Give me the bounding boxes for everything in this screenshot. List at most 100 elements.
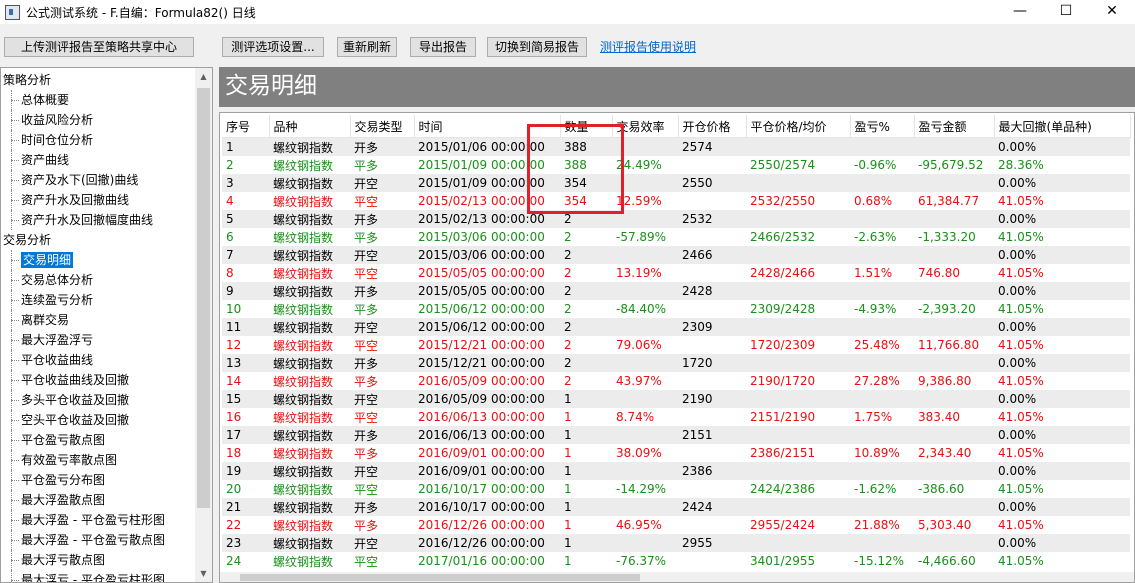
tree-item[interactable]: 最大浮盈 - 平仓盈亏散点图 <box>1 530 197 550</box>
tree-item[interactable]: 交易明细 <box>1 250 197 270</box>
table-row[interactable]: 20 螺纹钢指数 平空 2016/10/17 00:00:00 1 -14.29% 2424… <box>222 480 1130 498</box>
tree-item-label: 总体概要 <box>21 93 70 107</box>
column-header[interactable]: 序号 <box>222 115 270 138</box>
table-row[interactable]: 7 螺纹钢指数 开空 2015/03/06 00:00:00 2 2466 0.00% <box>222 246 1130 264</box>
table-row[interactable]: 9 螺纹钢指数 开多 2015/05/05 00:00:00 2 2428 0.00% <box>222 282 1130 300</box>
tree-item[interactable]: 资产升水及回撤幅度曲线 <box>1 210 197 230</box>
tree-item[interactable]: 交易总体分析 <box>1 270 197 290</box>
refresh-button[interactable]: 重新刷新 <box>337 37 397 57</box>
table-cell <box>678 372 746 390</box>
tree-item[interactable]: 连续盈亏分析 <box>1 290 197 310</box>
table-row[interactable]: 12 螺纹钢指数 平空 2015/12/21 00:00:00 2 79.06% 1720/… <box>222 336 1130 354</box>
tree-item[interactable]: 平仓盈亏分布图 <box>1 470 197 490</box>
tree-item[interactable]: 最大浮盈 - 平仓盈亏柱形图 <box>1 510 197 530</box>
upload-report-button[interactable]: 上传测评报告至策略共享中心 <box>4 37 194 57</box>
table-cell: 0.00% <box>994 390 1130 408</box>
maximize-button[interactable]: ☐ <box>1043 0 1089 24</box>
column-header[interactable]: 最大回撤(单品种) <box>994 115 1131 138</box>
tree-item[interactable]: 总体概要 <box>1 90 197 110</box>
table-cell: 1 <box>560 444 612 462</box>
table-cell: 螺纹钢指数 <box>269 534 350 552</box>
table-row[interactable]: 6 螺纹钢指数 平多 2015/03/06 00:00:00 2 -57.89% 2466/… <box>222 228 1130 246</box>
table-cell: 2016/05/09 00:00:00 <box>414 372 560 390</box>
table-row[interactable]: 21 螺纹钢指数 开多 2016/10/17 00:00:00 1 2424 0.00% <box>222 498 1130 516</box>
table-cell: 41.05% <box>994 336 1130 354</box>
table-row[interactable]: 5 螺纹钢指数 开多 2015/02/13 00:00:00 2 2532 0.00% <box>222 210 1130 228</box>
tree-item-label: 最大浮盈 - 平仓盈亏散点图 <box>21 533 165 547</box>
window-title: 公式测试系统 - F.自编：Formula82() 日线 <box>26 6 256 20</box>
table-cell: 螺纹钢指数 <box>269 390 350 408</box>
column-header[interactable]: 平仓价格/均价 <box>746 115 851 138</box>
table-row[interactable]: 18 螺纹钢指数 平多 2016/09/01 00:00:00 1 38.09% 2386/… <box>222 444 1130 462</box>
column-header[interactable]: 盈亏% <box>850 115 915 138</box>
table-cell <box>678 156 746 174</box>
table-cell: 螺纹钢指数 <box>269 408 350 426</box>
table-cell <box>678 480 746 498</box>
sidebar-scrollbar[interactable]: ▲ ▼ <box>195 68 212 582</box>
table-row[interactable]: 15 螺纹钢指数 开空 2016/05/09 00:00:00 1 2190 0.00% <box>222 390 1130 408</box>
column-header[interactable]: 交易类型 <box>350 115 415 138</box>
tree-item[interactable]: 有效盈亏率散点图 <box>1 450 197 470</box>
tree-item[interactable]: 空头平仓收益及回撤 <box>1 410 197 430</box>
table-cell: 螺纹钢指数 <box>269 300 350 318</box>
tree-item[interactable]: 资产升水及回撤曲线 <box>1 190 197 210</box>
table-row[interactable]: 23 螺纹钢指数 开空 2016/12/26 00:00:00 1 2955 0.00% <box>222 534 1130 552</box>
minimize-button[interactable]: — <box>997 0 1043 24</box>
scroll-down-icon[interactable]: ▼ <box>195 565 212 582</box>
table-scroll-thumb[interactable] <box>240 574 640 581</box>
table-row[interactable]: 24 螺纹钢指数 平空 2017/01/16 00:00:00 1 -76.37% 3401… <box>222 552 1130 570</box>
table-row[interactable]: 14 螺纹钢指数 平多 2016/05/09 00:00:00 2 43.97% 2190/… <box>222 372 1130 390</box>
tree-item[interactable]: 时间仓位分析 <box>1 130 197 150</box>
column-header[interactable]: 盈亏金额 <box>914 115 995 138</box>
tree-item-label: 资产及水下(回撤)曲线 <box>21 173 139 187</box>
tree-item[interactable]: 最大浮亏散点图 <box>1 550 197 570</box>
table-row[interactable]: 8 螺纹钢指数 平空 2015/05/05 00:00:00 2 13.19% 2428/2… <box>222 264 1130 282</box>
test-options-button[interactable]: 测评选项设置... <box>222 37 324 57</box>
table-cell <box>850 137 914 156</box>
table-cell: 螺纹钢指数 <box>269 516 350 534</box>
tree-item[interactable]: 最大浮盈浮亏 <box>1 330 197 350</box>
close-button[interactable]: ✕ <box>1089 0 1135 24</box>
report-help-link[interactable]: 测评报告使用说明 <box>600 38 696 55</box>
table-cell: 2015/12/21 00:00:00 <box>414 354 560 372</box>
table-row[interactable]: 22 螺纹钢指数 平多 2016/12/26 00:00:00 1 46.95% 2955/… <box>222 516 1130 534</box>
switch-simple-report-button[interactable]: 切换到简易报告 <box>487 37 587 57</box>
tree-item[interactable]: 平仓盈亏散点图 <box>1 430 197 450</box>
tree-item[interactable]: 资产曲线 <box>1 150 197 170</box>
tree-group[interactable]: 交易分析 <box>1 230 197 250</box>
table-row[interactable]: 10 螺纹钢指数 平多 2015/06/12 00:00:00 2 -84.40% 2309… <box>222 300 1130 318</box>
tree-group[interactable]: 策略分析 <box>1 70 197 90</box>
table-cell: 41.05% <box>994 228 1130 246</box>
table-cell: 41.05% <box>994 408 1130 426</box>
table-row[interactable]: 13 螺纹钢指数 开多 2015/12/21 00:00:00 2 1720 0.00% <box>222 354 1130 372</box>
table-row[interactable]: 19 螺纹钢指数 开空 2016/09/01 00:00:00 1 2386 0.00% <box>222 462 1130 480</box>
export-report-button[interactable]: 导出报告 <box>410 37 476 57</box>
table-cell: 开多 <box>350 210 414 228</box>
column-header[interactable]: 品种 <box>269 115 351 138</box>
column-header[interactable]: 开仓价格 <box>678 115 747 138</box>
tree-item[interactable]: 平仓收益曲线 <box>1 350 197 370</box>
table-row[interactable]: 1 螺纹钢指数 开多 2015/01/06 00:00:00 388 2574 0.00% <box>222 137 1130 156</box>
table-cell: 螺纹钢指数 <box>269 498 350 516</box>
tree-item[interactable]: 多头平仓收益及回撤 <box>1 390 197 410</box>
table-row[interactable]: 3 螺纹钢指数 开空 2015/01/09 00:00:00 354 2550 0.00% <box>222 174 1130 192</box>
tree-item[interactable]: 平仓收益曲线及回撤 <box>1 370 197 390</box>
scroll-up-icon[interactable]: ▲ <box>195 68 212 85</box>
table-cell <box>914 462 994 480</box>
tree-item[interactable]: 离群交易 <box>1 310 197 330</box>
table-row[interactable]: 2 螺纹钢指数 平多 2015/01/09 00:00:00 388 24.49% 2550… <box>222 156 1130 174</box>
table-cell: -14.29% <box>612 480 678 498</box>
tree-item[interactable]: 最大浮亏 - 平仓盈亏柱形图 <box>1 570 197 582</box>
tree-item[interactable]: 收益风险分析 <box>1 110 197 130</box>
sidebar-scroll-thumb[interactable] <box>197 88 210 508</box>
table-cell: 0.00% <box>994 534 1130 552</box>
table-row[interactable]: 16 螺纹钢指数 平空 2016/06/13 00:00:00 1 8.74% 2151/2… <box>222 408 1130 426</box>
table-header-row: 序号 品种 交易类型 时间 数量 交易效率 开仓价格 平仓价格/均价 盈亏% 盈亏金额 最大回撤(单… <box>222 115 1131 138</box>
table-row[interactable]: 17 螺纹钢指数 开多 2016/06/13 00:00:00 1 2151 0.00% <box>222 426 1130 444</box>
table-row[interactable]: 11 螺纹钢指数 开空 2015/06/12 00:00:00 2 2309 0.00% <box>222 318 1130 336</box>
table-cell: 21.88% <box>850 516 914 534</box>
table-horizontal-scrollbar[interactable] <box>220 572 1134 582</box>
table-row[interactable]: 4 螺纹钢指数 平空 2015/02/13 00:00:00 354 12.59% 2532… <box>222 192 1130 210</box>
tree-item[interactable]: 最大浮盈散点图 <box>1 490 197 510</box>
tree-item[interactable]: 资产及水下(回撤)曲线 <box>1 170 197 190</box>
